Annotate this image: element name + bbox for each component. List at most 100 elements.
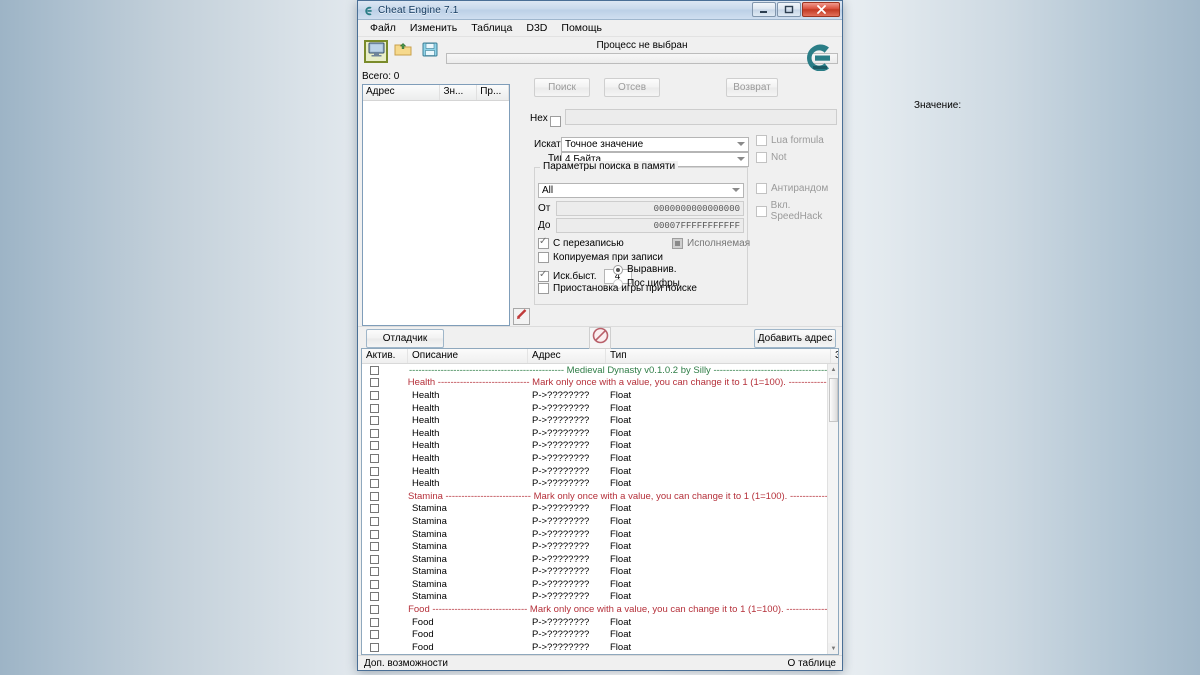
row-address: P->???????? <box>528 390 606 401</box>
table-row[interactable]: HealthP->????????Float?? <box>362 414 838 427</box>
table-row[interactable]: HealthP->????????Float?? <box>362 389 838 402</box>
row-active-checkbox[interactable] <box>362 378 404 387</box>
add-selected-address-button[interactable] <box>513 308 530 325</box>
copyonwrite-checkbox[interactable]: Копируемая при записи <box>538 252 663 263</box>
table-row[interactable]: FoodP->????????Float?? <box>362 628 838 641</box>
row-address: P->???????? <box>528 440 606 451</box>
open-process-button[interactable] <box>364 40 388 63</box>
row-active-checkbox[interactable] <box>362 479 408 488</box>
not-checkbox[interactable]: Not <box>756 152 842 163</box>
row-active-checkbox[interactable] <box>362 567 408 576</box>
alignment-radio[interactable]: Выравнив. <box>613 264 680 275</box>
table-row[interactable]: StaminaP->????????Float?? <box>362 591 838 604</box>
column-header-description[interactable]: Описание <box>408 349 528 363</box>
row-active-checkbox[interactable] <box>362 454 408 463</box>
row-active-checkbox[interactable] <box>362 580 408 589</box>
table-row[interactable]: StaminaP->????????Float?? <box>362 566 838 579</box>
speedhack-checkbox[interactable]: Вкл. SpeedHack <box>756 200 842 222</box>
column-header-address[interactable]: Адрес <box>363 85 440 100</box>
row-active-checkbox[interactable] <box>362 530 408 539</box>
undo-scan-button[interactable]: Возврат <box>726 78 778 97</box>
save-file-button[interactable] <box>418 40 442 63</box>
table-row[interactable]: HealthP->????????Float?? <box>362 402 838 415</box>
table-row[interactable]: StaminaP->????????Float?? <box>362 553 838 566</box>
row-active-checkbox[interactable] <box>362 542 408 551</box>
row-active-checkbox[interactable] <box>362 441 408 450</box>
writable-checkbox[interactable]: С перезаписью <box>538 238 624 249</box>
next-scan-button[interactable]: Отсев <box>604 78 660 97</box>
first-scan-button[interactable]: Поиск <box>534 78 590 97</box>
menu-item-edit[interactable]: Изменить <box>403 21 464 35</box>
hex-checkbox[interactable] <box>550 113 561 131</box>
row-active-checkbox[interactable] <box>362 404 408 413</box>
row-active-checkbox[interactable] <box>362 643 408 652</box>
table-row[interactable]: StaminaP->????????Float?? <box>362 515 838 528</box>
row-active-checkbox[interactable] <box>362 391 408 400</box>
table-row[interactable]: Food ------------------------------ Mark… <box>362 603 838 616</box>
row-type: Float <box>606 466 831 477</box>
row-active-checkbox[interactable] <box>362 618 408 627</box>
column-header-previous[interactable]: Пр... <box>477 85 509 100</box>
memory-region-dropdown[interactable]: All <box>538 183 744 198</box>
table-scrollbar[interactable]: ▲ ▼ <box>827 364 838 654</box>
table-row[interactable]: StaminaP->????????Float?? <box>362 528 838 541</box>
table-row[interactable]: FoodP->????????Float?? <box>362 641 838 654</box>
row-active-checkbox[interactable] <box>362 366 405 375</box>
address-to-input[interactable]: 00007FFFFFFFFFFF <box>556 218 744 233</box>
column-header-value[interactable]: Значение <box>831 349 838 363</box>
scrollbar-thumb[interactable] <box>829 378 838 422</box>
lua-formula-checkbox[interactable]: Lua formula <box>756 135 842 146</box>
stop-button[interactable] <box>589 327 611 349</box>
table-row[interactable]: HealthP->????????Float?? <box>362 477 838 490</box>
found-address-list[interactable]: Адрес Зн... Пр... <box>362 84 510 326</box>
row-active-checkbox[interactable] <box>362 416 408 425</box>
column-header-address[interactable]: Адрес <box>528 349 606 363</box>
table-row[interactable]: StaminaP->????????Float?? <box>362 578 838 591</box>
row-active-checkbox[interactable] <box>362 605 404 614</box>
table-row[interactable]: HealthP->????????Float?? <box>362 427 838 440</box>
row-active-checkbox[interactable] <box>362 630 408 639</box>
row-address: P->???????? <box>528 629 606 640</box>
table-row[interactable]: StaminaP->????????Float?? <box>362 540 838 553</box>
menu-item-help[interactable]: Помощь <box>554 21 609 35</box>
row-active-checkbox[interactable] <box>362 517 408 526</box>
table-row[interactable]: HealthP->????????Float?? <box>362 465 838 478</box>
table-row[interactable]: ----------------------------------------… <box>362 364 838 377</box>
column-header-value[interactable]: Зн... <box>440 85 477 100</box>
pause-game-checkbox[interactable]: Приостановка игры при поиске <box>538 283 697 294</box>
menu-item-file[interactable]: Файл <box>363 21 403 35</box>
column-header-type[interactable]: Тип <box>606 349 831 363</box>
executable-checkbox[interactable]: Исполняемая <box>672 238 750 249</box>
menu-item-table[interactable]: Таблица <box>464 21 519 35</box>
table-row[interactable]: StaminaP->????????Float?? <box>362 503 838 516</box>
scroll-down-icon[interactable]: ▼ <box>828 643 838 654</box>
status-extra-options[interactable]: Доп. возможности <box>364 658 448 669</box>
row-active-checkbox[interactable] <box>362 467 408 476</box>
table-row[interactable]: FoodP->????????Float?? <box>362 616 838 629</box>
add-address-button[interactable]: Добавить адрес <box>754 329 836 348</box>
status-about-table[interactable]: О таблице <box>788 658 836 669</box>
scroll-up-icon[interactable]: ▲ <box>828 364 838 375</box>
table-row[interactable]: HealthP->????????Float?? <box>362 440 838 453</box>
row-active-checkbox[interactable] <box>362 555 408 564</box>
open-file-button[interactable] <box>391 40 415 63</box>
column-header-active[interactable]: Актив. <box>362 349 408 363</box>
minimize-button[interactable] <box>752 2 776 17</box>
debugger-button[interactable]: Отладчик <box>366 329 444 348</box>
maximize-button[interactable] <box>777 2 801 17</box>
row-active-checkbox[interactable] <box>362 504 408 513</box>
row-active-checkbox[interactable] <box>362 429 408 438</box>
scan-value-input[interactable] <box>565 109 837 125</box>
table-row[interactable]: Health ----------------------------- Mar… <box>362 377 838 390</box>
address-from-input[interactable]: 0000000000000000 <box>556 201 744 216</box>
table-row[interactable]: HealthP->????????Float?? <box>362 452 838 465</box>
antirandom-checkbox[interactable]: Антирандом <box>756 183 842 194</box>
table-row[interactable]: Stamina --------------------------- Mark… <box>362 490 838 503</box>
menu-item-d3d[interactable]: D3D <box>519 21 554 35</box>
close-button[interactable] <box>802 2 840 17</box>
scan-type-dropdown[interactable]: Точное значение <box>561 137 749 152</box>
row-active-checkbox[interactable] <box>362 492 404 501</box>
row-active-checkbox[interactable] <box>362 592 408 601</box>
row-type: Float <box>606 403 831 414</box>
process-indicator: Процесс не выбран <box>446 40 838 64</box>
